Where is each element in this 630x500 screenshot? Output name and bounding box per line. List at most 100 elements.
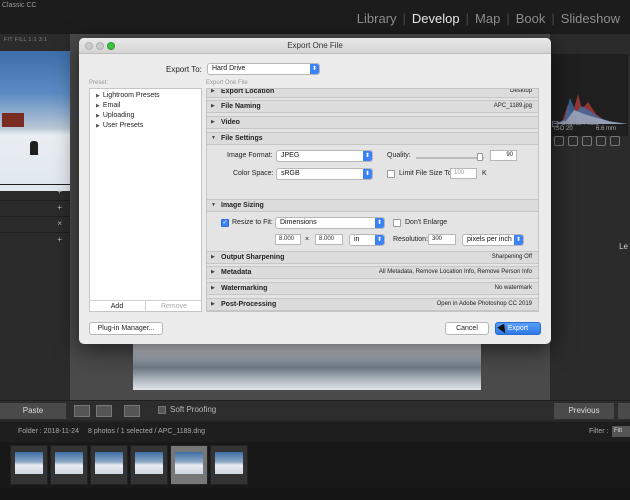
quality-input[interactable]: 90 <box>490 150 517 161</box>
height-input[interactable]: 8.000 <box>315 234 343 245</box>
crop-icon[interactable] <box>568 136 578 146</box>
thumbnail-image <box>95 452 123 474</box>
quality-slider[interactable] <box>416 157 484 159</box>
section-summary: Desktop <box>509 88 532 94</box>
original-photo-toggle[interactable]: Original Photo <box>552 121 599 127</box>
compare-view-icon[interactable] <box>124 405 140 417</box>
section-title: File Naming <box>221 103 261 110</box>
module-library[interactable]: Library <box>351 11 403 26</box>
navigator-zoom-options[interactable]: FIT FILL 1:1 3:1 <box>4 37 47 43</box>
preset-uploading[interactable]: ▶ Uploading <box>96 112 134 119</box>
export-to-select[interactable]: Hard Drive ⬍ <box>207 63 320 75</box>
disclosure-triangle-icon: ▶ <box>211 269 215 275</box>
section-title: Output Sharpening <box>221 254 285 261</box>
disclosure-triangle-expanded-icon: ▼ <box>211 202 216 208</box>
previous-button[interactable]: Previous <box>554 403 614 419</box>
filmstrip-thumbnail[interactable] <box>50 445 88 485</box>
limit-file-size-unit: K <box>482 170 487 177</box>
module-map[interactable]: Map <box>469 11 506 26</box>
navigator-preview[interactable] <box>0 51 70 191</box>
unit-select[interactable]: in ⬍ <box>349 234 385 246</box>
section-title: Export Location <box>221 88 275 95</box>
preset-email[interactable]: ▶ Email <box>96 102 120 109</box>
section-watermarking[interactable]: ▶ Watermarking No watermark <box>207 282 538 295</box>
disclosure-triangle-icon: ▶ <box>96 103 100 109</box>
reset-button[interactable] <box>618 403 630 419</box>
section-export-location[interactable]: ▶ Export Location Desktop <box>207 88 538 98</box>
add-icon[interactable]: + <box>57 187 62 196</box>
quality-slider-thumb[interactable] <box>477 153 483 161</box>
spot-removal-icon[interactable] <box>582 136 592 146</box>
cancel-button[interactable]: Cancel <box>445 322 489 335</box>
filter-select[interactable]: Filt <box>612 426 630 437</box>
grid-icon[interactable] <box>554 136 564 146</box>
resolution-input[interactable]: 300 <box>428 234 456 245</box>
disclosure-triangle-expanded-icon: ▼ <box>211 135 216 141</box>
add-preset-button[interactable]: Add <box>89 301 146 312</box>
resize-to-fit-select[interactable]: Dimensions ⬍ <box>275 217 385 229</box>
width-input[interactable]: 8.000 <box>275 234 301 245</box>
preset-user-presets[interactable]: ▶ User Presets <box>96 122 143 129</box>
module-develop[interactable]: Develop <box>406 11 466 26</box>
before-after-icon[interactable] <box>96 405 112 417</box>
section-output-sharpening[interactable]: ▶ Output Sharpening Sharpening Off <box>207 251 538 264</box>
image-format-label: Image Format: <box>227 152 273 159</box>
dont-enlarge-checkbox[interactable] <box>393 219 401 227</box>
section-summary: All Metadata, Remove Location Info, Remo… <box>378 269 532 275</box>
thumbnail-image <box>215 452 243 474</box>
section-metadata[interactable]: ▶ Metadata All Metadata, Remove Location… <box>207 266 538 279</box>
filmstrip-thumbnail[interactable] <box>210 445 248 485</box>
resolution-unit-select[interactable]: pixels per inch ⬍ <box>462 234 524 246</box>
times-sign: × <box>305 236 310 243</box>
history-row[interactable]: × <box>0 216 70 232</box>
limit-file-size-input[interactable]: 100 <box>450 168 477 179</box>
remove-preset-button[interactable]: Remove <box>146 301 202 312</box>
disclosure-triangle-icon: ▶ <box>211 119 215 125</box>
export-dialog: Export One File Export To: Hard Drive ⬍ … <box>79 38 551 344</box>
preset-label-text: Lightroom Presets <box>102 92 160 99</box>
module-slideshow[interactable]: Slideshow <box>555 11 626 26</box>
section-file-settings[interactable]: ▼ File Settings <box>207 132 538 145</box>
section-post-processing[interactable]: ▶ Post-Processing Open in Adobe Photosho… <box>207 298 538 311</box>
section-summary: Open in Adobe Photoshop CC 2019 <box>436 301 532 307</box>
plugin-manager-button[interactable]: Plug-in Manager... <box>89 322 163 335</box>
module-book[interactable]: Book <box>510 11 552 26</box>
add-icon[interactable]: + <box>57 203 62 212</box>
section-video[interactable]: ▶ Video <box>207 116 538 129</box>
thumbnail-image <box>135 452 163 474</box>
filmstrip-thumbnail-selected[interactable] <box>170 445 208 485</box>
resize-to-fit-checkbox[interactable]: ✓ <box>221 219 229 227</box>
section-title: Metadata <box>221 269 252 276</box>
folder-path[interactable]: Folder : 2018-11-24 <box>18 428 79 435</box>
app-title: Classic CC <box>2 2 37 9</box>
snapshots-row[interactable]: + <box>0 200 70 216</box>
image-format-value: JPEG <box>281 152 300 159</box>
chevron-updown-icon: ⬍ <box>375 218 384 228</box>
toolbar: Paste Soft Proofing Previous <box>0 400 630 420</box>
chevron-updown-icon: ⬍ <box>310 64 319 74</box>
bottom-bar <box>0 488 630 500</box>
red-eye-icon[interactable] <box>596 136 606 146</box>
add-icon[interactable]: + <box>57 235 62 244</box>
checkbox[interactable] <box>552 121 558 127</box>
filmstrip-thumbnail[interactable] <box>90 445 128 485</box>
section-file-naming[interactable]: ▶ File Naming APC_1189.jpg <box>207 100 538 113</box>
image-format-select[interactable]: JPEG ⬍ <box>276 150 373 162</box>
soft-proofing-toggle[interactable]: Soft Proofing <box>158 405 216 414</box>
paste-button[interactable]: Paste <box>0 403 66 419</box>
filmstrip-thumbnail[interactable] <box>130 445 168 485</box>
preset-lightroom-presets[interactable]: ▶ Lightroom Presets <box>96 92 160 99</box>
filmstrip-header: Folder : 2018-11-24 8 photos / 1 selecte… <box>0 422 630 442</box>
section-image-sizing[interactable]: ▼ Image Sizing <box>207 199 538 212</box>
graduated-filter-icon[interactable] <box>610 136 620 146</box>
filmstrip-thumbnail[interactable] <box>10 445 48 485</box>
loupe-view-icon[interactable] <box>74 405 90 417</box>
limit-file-size-checkbox[interactable] <box>387 170 395 178</box>
checkbox[interactable] <box>158 405 166 414</box>
close-icon[interactable]: × <box>57 219 62 228</box>
presets-row[interactable]: + <box>0 184 70 200</box>
unit-value: in <box>354 236 360 243</box>
collections-row[interactable]: + <box>0 232 70 248</box>
color-space-select[interactable]: sRGB ⬍ <box>276 168 373 180</box>
preset-list: ▶ Lightroom Presets ▶ Email ▶ Uploading ▶ Us… <box>89 88 202 312</box>
